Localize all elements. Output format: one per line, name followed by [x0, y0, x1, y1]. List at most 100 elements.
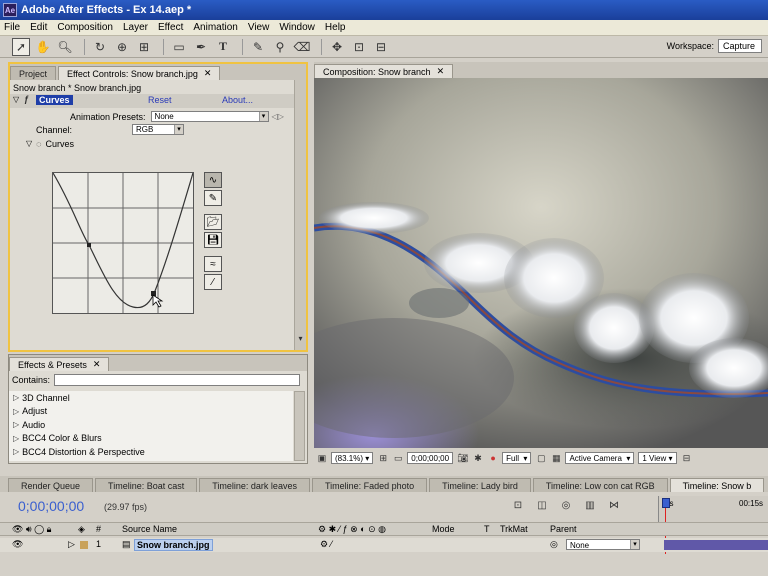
- pan-behind-tool-icon[interactable]: ⊞: [135, 38, 153, 56]
- layer-switches-icon[interactable]: ⚙ ⁄: [320, 539, 332, 550]
- always-preview-icon[interactable]: ▣: [316, 452, 328, 464]
- pen-tool-icon[interactable]: ✒: [192, 38, 210, 56]
- save-icon[interactable]: 💾︎: [204, 232, 222, 248]
- column-source-name[interactable]: Source Name: [122, 524, 177, 534]
- current-time-field[interactable]: 0;00;00;00: [407, 452, 454, 464]
- tab-timeline-snow-branch[interactable]: Timeline: Snow b: [669, 478, 765, 492]
- contains-search-input[interactable]: [54, 374, 301, 386]
- curves-graph[interactable]: [52, 172, 194, 314]
- menu-view[interactable]: View: [248, 22, 270, 33]
- zoom-dropdown[interactable]: (83.1%) ▾: [331, 452, 374, 464]
- menu-window[interactable]: Window: [279, 22, 315, 33]
- menu-help[interactable]: Help: [325, 22, 346, 33]
- tab-project[interactable]: Project: [10, 66, 57, 80]
- menu-effect[interactable]: Effect: [158, 22, 183, 33]
- resolution-dropdown[interactable]: Full ▾: [502, 452, 532, 464]
- menu-file[interactable]: File: [4, 22, 20, 33]
- fx-toggle-icon[interactable]: ƒ: [24, 94, 29, 104]
- parent-pickwhip-icon[interactable]: ◎: [550, 539, 558, 550]
- frame-blending-icon[interactable]: ◫: [534, 498, 550, 512]
- graph-editor-icon[interactable]: ⋈: [606, 498, 622, 512]
- brush-tool-icon[interactable]: ✎: [249, 38, 267, 56]
- snapshot-icon[interactable]: 📷︎: [457, 452, 469, 464]
- close-icon[interactable]: ✕: [93, 359, 101, 370]
- menu-edit[interactable]: Edit: [30, 22, 47, 33]
- transparency-grid-icon[interactable]: ▦: [550, 452, 562, 464]
- mask-tool-icon[interactable]: ▭: [170, 38, 188, 56]
- tab-timeline-faded-photo[interactable]: Timeline: Faded photo: [311, 478, 428, 492]
- menu-composition[interactable]: Composition: [57, 22, 113, 33]
- show-snapshot-icon[interactable]: ✱: [472, 452, 484, 464]
- effect-name[interactable]: Curves: [36, 95, 73, 105]
- clone-stamp-tool-icon[interactable]: ⚲: [271, 38, 289, 56]
- color-channel-icon[interactable]: ●: [487, 452, 499, 464]
- table-row[interactable]: 👁︎ ▷ 1 ▤ Snow branch.jpg ⚙ ⁄ ◎ None ▾: [0, 538, 768, 552]
- expand-icon[interactable]: ▷: [13, 434, 19, 443]
- scroll-down-icon[interactable]: ▾: [296, 334, 305, 344]
- camera-dropdown[interactable]: Active Camera ▾: [565, 452, 635, 464]
- tab-timeline-lady-bird[interactable]: Timeline: Lady bird: [429, 478, 531, 492]
- tab-timeline-low-con-cat[interactable]: Timeline: Low con cat RGB: [532, 478, 668, 492]
- rotation-tool-icon[interactable]: ↻: [91, 38, 109, 56]
- playhead-knob[interactable]: [662, 498, 670, 508]
- curve-point[interactable]: [87, 243, 91, 247]
- curve-tool-icon[interactable]: ∿: [204, 172, 222, 188]
- region-of-interest-icon[interactable]: ▢: [535, 452, 547, 464]
- list-item[interactable]: ▷ BCC4 Distortion & Perspective: [9, 445, 293, 459]
- stopwatch-icon[interactable]: ◌: [36, 139, 41, 149]
- view-axis-icon[interactable]: ⊟: [372, 38, 390, 56]
- axis-mode-icon[interactable]: ✥: [328, 38, 346, 56]
- label-color-swatch[interactable]: [80, 541, 88, 549]
- list-item[interactable]: ▷ Adjust: [9, 405, 293, 419]
- timeline-timecode[interactable]: 0;00;00;00: [18, 498, 84, 514]
- comp-marker-icon[interactable]: ⊡: [510, 498, 526, 512]
- effects-list-scrollbar[interactable]: [294, 391, 305, 461]
- layer-duration-bar[interactable]: [664, 540, 768, 550]
- fast-previews-icon[interactable]: ⊟: [681, 452, 693, 464]
- reset-link[interactable]: Reset: [148, 95, 172, 105]
- composition-viewer[interactable]: [314, 78, 768, 448]
- parent-dropdown[interactable]: None ▾: [566, 539, 640, 550]
- workspace-dropdown[interactable]: Capture: [718, 39, 762, 53]
- tab-timeline-dark-leaves[interactable]: Timeline: dark leaves: [199, 478, 310, 492]
- tab-composition[interactable]: Composition: Snow branch ✕: [314, 64, 454, 78]
- selection-tool-icon[interactable]: ➚: [12, 37, 30, 56]
- motion-blur-icon[interactable]: ◎: [558, 498, 574, 512]
- twirl-down-icon[interactable]: ▽: [13, 95, 19, 104]
- expand-icon[interactable]: ▷: [13, 407, 19, 416]
- draft-3d-icon[interactable]: ▥: [582, 498, 598, 512]
- list-item[interactable]: ▷ BCC4 Color & Blurs: [9, 432, 293, 446]
- expand-icon[interactable]: ▷: [13, 393, 19, 402]
- twirl-right-icon[interactable]: ▷: [68, 539, 75, 550]
- zoom-tool-icon[interactable]: 🔍︎: [56, 38, 74, 56]
- close-icon[interactable]: ✕: [204, 68, 212, 79]
- views-dropdown[interactable]: 1 View ▾: [638, 452, 677, 464]
- effect-controls-scrollbar[interactable]: ▾: [294, 80, 306, 350]
- title-safe-icon[interactable]: ⊞: [377, 452, 389, 464]
- twirl-down-icon[interactable]: ▽: [26, 139, 32, 148]
- tab-effects-presets[interactable]: Effects & Presets ✕: [9, 357, 110, 371]
- menu-animation[interactable]: Animation: [193, 22, 237, 33]
- time-ruler[interactable]: 0s 00:15s: [658, 496, 768, 522]
- open-file-icon[interactable]: 📂︎: [204, 214, 222, 230]
- visibility-icon[interactable]: 👁︎: [12, 539, 23, 550]
- world-axis-icon[interactable]: ⊡: [350, 38, 368, 56]
- menu-layer[interactable]: Layer: [123, 22, 148, 33]
- type-tool-icon[interactable]: T: [214, 38, 232, 56]
- expand-icon[interactable]: ▷: [13, 447, 19, 456]
- pencil-tool-icon[interactable]: ✎: [204, 190, 222, 206]
- mask-view-icon[interactable]: ▭: [392, 452, 404, 464]
- tab-effect-controls[interactable]: Effect Controls: Snow branch.jpg ✕: [58, 66, 221, 80]
- eraser-tool-icon[interactable]: ⌫: [293, 38, 311, 56]
- smooth-icon[interactable]: ≈: [204, 256, 222, 272]
- channel-dropdown[interactable]: RGB ▾: [132, 124, 185, 135]
- expand-icon[interactable]: ▷: [13, 420, 19, 429]
- about-link[interactable]: About...: [222, 95, 253, 105]
- preset-nav-icon[interactable]: ◁▷: [272, 112, 284, 121]
- hand-tool-icon[interactable]: ✋: [34, 38, 52, 56]
- tab-timeline-boat-cast[interactable]: Timeline: Boat cast: [95, 478, 198, 492]
- tab-render-queue[interactable]: Render Queue: [8, 478, 94, 492]
- reset-curve-icon[interactable]: ⁄: [204, 274, 222, 290]
- list-item[interactable]: ▷ Audio: [9, 418, 293, 432]
- list-item[interactable]: ▷ 3D Channel: [9, 391, 293, 405]
